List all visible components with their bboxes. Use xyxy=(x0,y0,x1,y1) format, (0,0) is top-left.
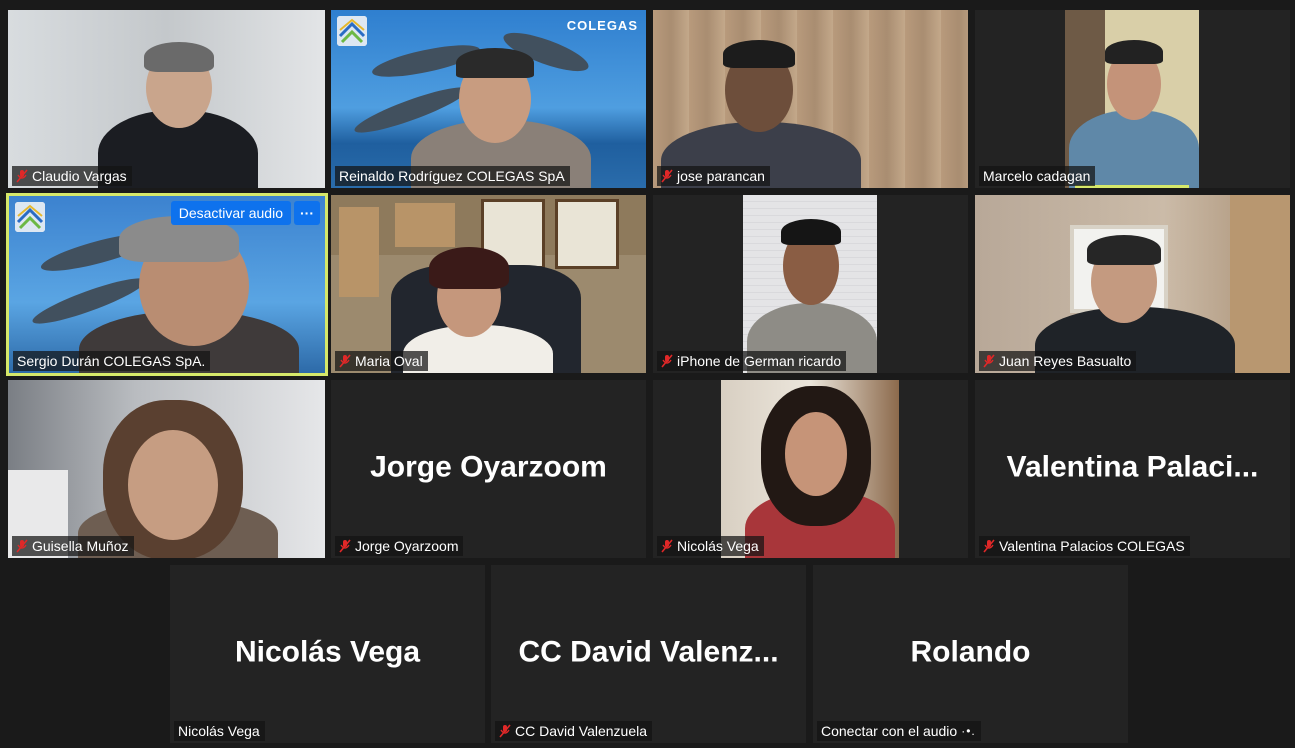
participant-name: Claudio Vargas xyxy=(32,168,127,184)
participant-tile-jorge-oyarzoom[interactable]: Jorge Oyarzoom Jorge Oyarzoom xyxy=(331,380,646,558)
participant-name: Maria Oval xyxy=(355,353,423,369)
participant-tile-claudio-vargas[interactable]: Claudio Vargas xyxy=(8,10,325,188)
participant-name-label: Conectar con el audio ·•. xyxy=(817,721,981,741)
video-feed xyxy=(1065,10,1199,188)
participant-name: Valentina Palacios COLEGAS xyxy=(999,538,1185,554)
participant-tile-marcelo-cadagan[interactable]: Marcelo cadagan xyxy=(975,10,1290,188)
mic-muted-icon xyxy=(499,724,511,738)
participant-name-label: Maria Oval xyxy=(335,351,428,371)
mic-muted-icon xyxy=(16,539,28,553)
participant-name-label: Reinaldo Rodríguez COLEGAS SpA xyxy=(335,166,570,186)
participant-name: Nicolás Vega xyxy=(677,538,759,554)
mic-muted-icon xyxy=(983,354,995,368)
mic-muted-icon xyxy=(16,169,28,183)
participant-name-label: Marcelo cadagan xyxy=(979,166,1096,186)
participant-display-name: Valentina Palaci... xyxy=(1006,450,1259,484)
participant-tile-rolando[interactable]: Rolando Conectar con el audio ·•. xyxy=(813,565,1128,743)
participant-name-label: Jorge Oyarzoom xyxy=(335,536,464,556)
mute-audio-button[interactable]: Desactivar audio xyxy=(170,201,291,225)
participant-name: Marcelo cadagan xyxy=(983,168,1091,184)
video-feed xyxy=(721,380,899,558)
colegas-logo-icon xyxy=(15,202,45,232)
participant-name: Jorge Oyarzoom xyxy=(355,538,459,554)
connecting-audio-icon: ·•. xyxy=(961,724,976,738)
participant-name-label: Guisella Muñoz xyxy=(12,536,134,556)
participant-display-name: Nicolás Vega xyxy=(234,635,421,669)
participant-tile-nicolas-vega[interactable]: Nicolás Vega Nicolás Vega xyxy=(170,565,485,743)
participant-name-label: Valentina Palacios COLEGAS xyxy=(979,536,1190,556)
participant-tile-nicolas-vega-video[interactable]: Nicolás Vega xyxy=(653,380,968,558)
video-feed xyxy=(653,10,968,188)
video-feed xyxy=(975,195,1290,373)
colegas-brand-text: COLEGAS xyxy=(566,18,638,33)
mic-muted-icon xyxy=(661,169,673,183)
participant-tile-jose-parancan[interactable]: jose parancan xyxy=(653,10,968,188)
participant-tile-juan-reyes[interactable]: Juan Reyes Basualto xyxy=(975,195,1290,373)
participant-tile-maria-oval[interactable]: Maria Oval xyxy=(331,195,646,373)
participant-name: iPhone de German ricardo xyxy=(677,353,842,369)
participant-tile-david-valenzuela[interactable]: CC David Valenz... CC David Valenzuela xyxy=(491,565,806,743)
participant-name-label: CC David Valenzuela xyxy=(495,721,653,741)
video-feed xyxy=(8,380,325,558)
participant-name: Juan Reyes Basualto xyxy=(999,353,1132,369)
participant-name-label: Nicolás Vega xyxy=(174,721,265,741)
participant-name-label: jose parancan xyxy=(657,166,770,186)
participant-name: Sergio Durán COLEGAS SpA. xyxy=(17,353,206,369)
mic-muted-icon xyxy=(339,539,351,553)
participant-display-name: CC David Valenz... xyxy=(518,635,779,669)
participant-name: Nicolás Vega xyxy=(178,723,260,739)
mic-muted-icon xyxy=(661,354,673,368)
video-feed xyxy=(331,195,646,373)
video-feed xyxy=(743,195,877,373)
participant-tile-sergio-duran[interactable]: Desactivar audio ··· Sergio Durán COLEGA… xyxy=(6,193,328,376)
video-feed xyxy=(8,10,325,188)
participant-name: Conectar con el audio xyxy=(821,723,958,739)
participant-name-label: Juan Reyes Basualto xyxy=(979,351,1137,371)
video-feed xyxy=(331,10,646,188)
participant-name: jose parancan xyxy=(677,168,765,184)
more-options-icon[interactable]: ··· xyxy=(294,201,320,225)
mic-muted-icon xyxy=(339,354,351,368)
participant-name: CC David Valenzuela xyxy=(515,723,648,739)
colegas-logo-icon xyxy=(337,16,367,46)
mic-muted-icon xyxy=(661,539,673,553)
mic-muted-icon xyxy=(983,539,995,553)
participant-name-label: iPhone de German ricardo xyxy=(657,351,847,371)
participant-tile-german-ricardo[interactable]: iPhone de German ricardo xyxy=(653,195,968,373)
participant-name: Reinaldo Rodríguez COLEGAS SpA xyxy=(339,168,565,184)
participant-name-label: Sergio Durán COLEGAS SpA. xyxy=(13,351,211,371)
participant-display-name: Jorge Oyarzoom xyxy=(370,450,607,484)
participant-name: Guisella Muñoz xyxy=(32,538,129,554)
participant-name-label: Nicolás Vega xyxy=(657,536,764,556)
participant-name-label: Claudio Vargas xyxy=(12,166,132,186)
participant-tile-reinaldo-rodriguez[interactable]: COLEGAS Reinaldo Rodríguez COLEGAS SpA xyxy=(331,10,646,188)
participant-display-name: Rolando xyxy=(910,635,1031,669)
participant-tile-valentina-palacios[interactable]: Valentina Palaci... Valentina Palacios C… xyxy=(975,380,1290,558)
participant-tile-guisella-munoz[interactable]: Guisella Muñoz xyxy=(8,380,325,558)
